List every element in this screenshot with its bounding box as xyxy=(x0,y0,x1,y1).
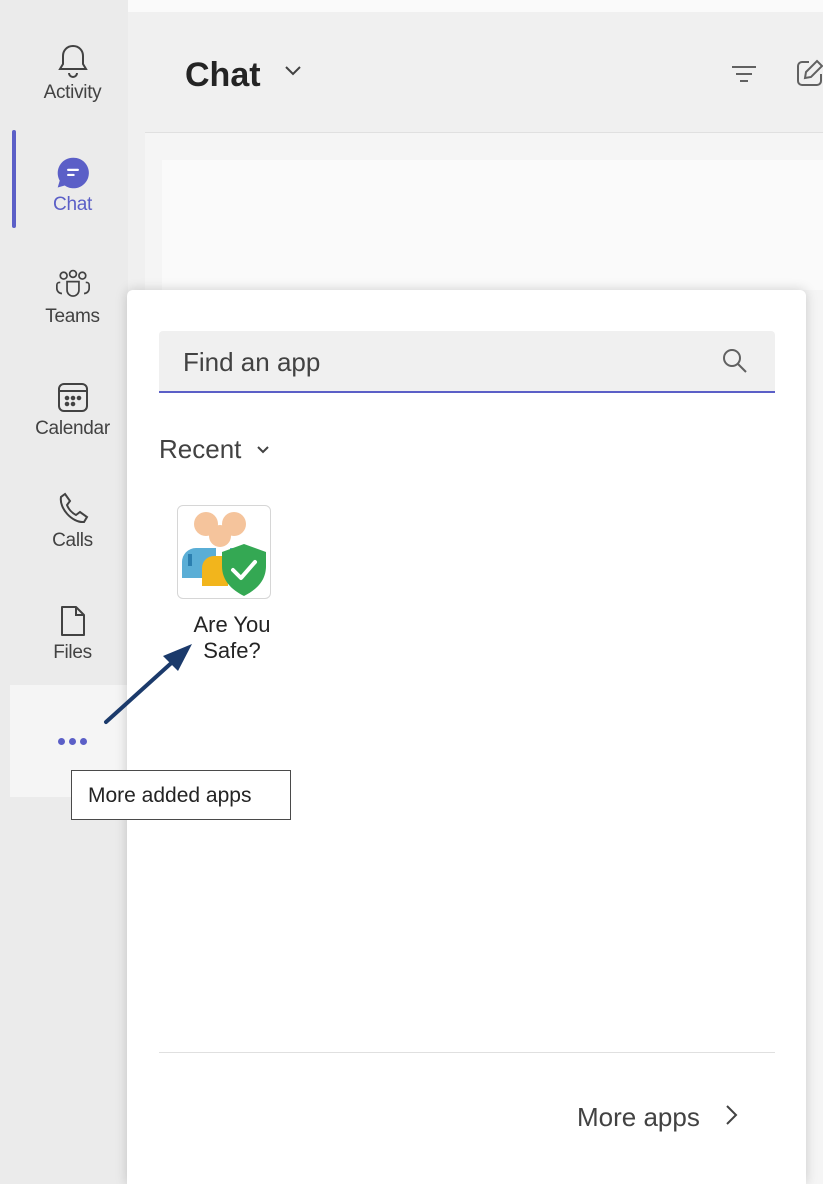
rail-item-label: Files xyxy=(53,642,92,663)
calendar-icon xyxy=(56,380,90,414)
rail-item-activity[interactable]: Activity xyxy=(0,20,145,132)
rail-item-teams[interactable]: Teams xyxy=(0,244,145,356)
more-dots-icon[interactable] xyxy=(58,738,87,745)
filter-icon[interactable] xyxy=(730,62,758,91)
teams-icon xyxy=(55,268,90,302)
app-name-are-you-safe[interactable]: Are You Safe? xyxy=(167,612,297,664)
rail-item-calendar[interactable]: Calendar xyxy=(0,356,145,468)
chevron-down-icon xyxy=(255,443,271,461)
recent-label: Recent xyxy=(159,434,242,464)
recent-dropdown[interactable]: Recent xyxy=(159,434,271,465)
page-title: Chat xyxy=(185,56,261,94)
search-icon[interactable] xyxy=(721,347,749,380)
rail-item-label: Calendar xyxy=(35,418,110,439)
chevron-down-icon[interactable] xyxy=(283,64,303,83)
rail-item-label: Teams xyxy=(45,306,100,327)
rail-item-chat[interactable]: Chat xyxy=(0,132,145,244)
more-apps-link[interactable]: More apps xyxy=(577,1102,738,1133)
compose-icon[interactable] xyxy=(795,58,823,93)
rail-item-label: Activity xyxy=(43,82,102,103)
more-apps-label: More apps xyxy=(577,1102,700,1132)
tooltip: More added apps xyxy=(71,770,291,820)
search-box[interactable] xyxy=(159,331,775,393)
chat-icon xyxy=(56,156,90,190)
rail-item-label: Calls xyxy=(52,530,93,551)
chat-header: Chat xyxy=(145,12,823,133)
chevron-right-icon xyxy=(724,1103,738,1132)
are-you-safe-app-icon xyxy=(182,512,266,596)
chat-list-placeholder xyxy=(162,160,823,290)
rail-item-files[interactable]: Files xyxy=(0,580,145,692)
search-input[interactable] xyxy=(181,331,705,393)
file-icon xyxy=(56,604,90,638)
rail-item-calls[interactable]: Calls xyxy=(0,468,145,580)
phone-icon xyxy=(56,492,90,526)
apps-flyout: Recent Are You Safe? More apps xyxy=(127,290,806,1184)
app-rail: Activity Chat Teams Calendar Calls Files xyxy=(0,0,128,1184)
app-tile-are-you-safe[interactable] xyxy=(177,505,271,599)
divider xyxy=(159,1052,775,1053)
rail-item-label: Chat xyxy=(53,194,92,215)
bell-icon xyxy=(56,44,90,78)
